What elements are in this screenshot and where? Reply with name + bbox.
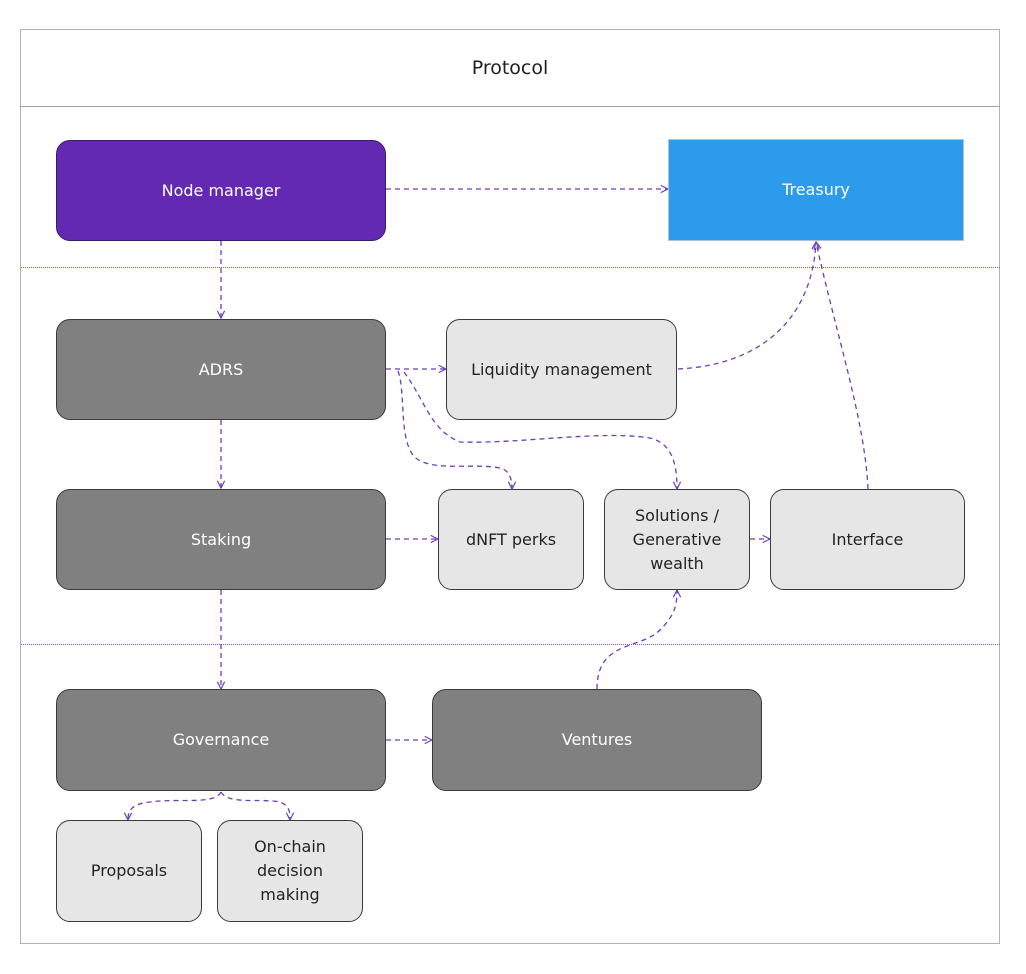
treasury-node[interactable]: Treasury: [668, 139, 964, 241]
solutions-generative-wealth-node[interactable]: Solutions / Generative wealth: [604, 489, 750, 590]
node-manager-node[interactable]: Node manager: [56, 140, 386, 241]
node-label: Solutions / Generative wealth: [632, 505, 722, 573]
node-label: Treasury: [782, 180, 850, 199]
diagram-title: Protocol: [20, 29, 1000, 107]
node-label: ADRS: [198, 359, 244, 379]
node-label: Ventures: [561, 730, 633, 749]
ventures-node[interactable]: Ventures: [432, 689, 762, 791]
node-label: dNFT perks: [465, 529, 557, 549]
node-label: Liquidity management: [471, 359, 652, 379]
node-label: Interface: [831, 529, 904, 549]
node-label: Staking: [190, 529, 252, 549]
node-label: Node manager: [161, 180, 281, 200]
lane-separator: [21, 644, 1000, 645]
governance-node[interactable]: Governance: [56, 689, 386, 791]
on-chain-decision-making-node[interactable]: On-chain decision making: [217, 820, 363, 922]
lane-separator: [21, 267, 1000, 268]
dnft-perks-node[interactable]: dNFT perks: [438, 489, 584, 590]
interface-node[interactable]: Interface: [770, 489, 965, 590]
node-label: Proposals: [90, 861, 168, 880]
proposals-node[interactable]: Proposals: [56, 820, 202, 922]
adrs-node[interactable]: ADRS: [56, 319, 386, 420]
liquidity-management-node[interactable]: Liquidity management: [446, 319, 677, 420]
node-label: Governance: [172, 730, 270, 749]
staking-node[interactable]: Staking: [56, 489, 386, 590]
node-label: On-chain decision making: [254, 837, 326, 904]
